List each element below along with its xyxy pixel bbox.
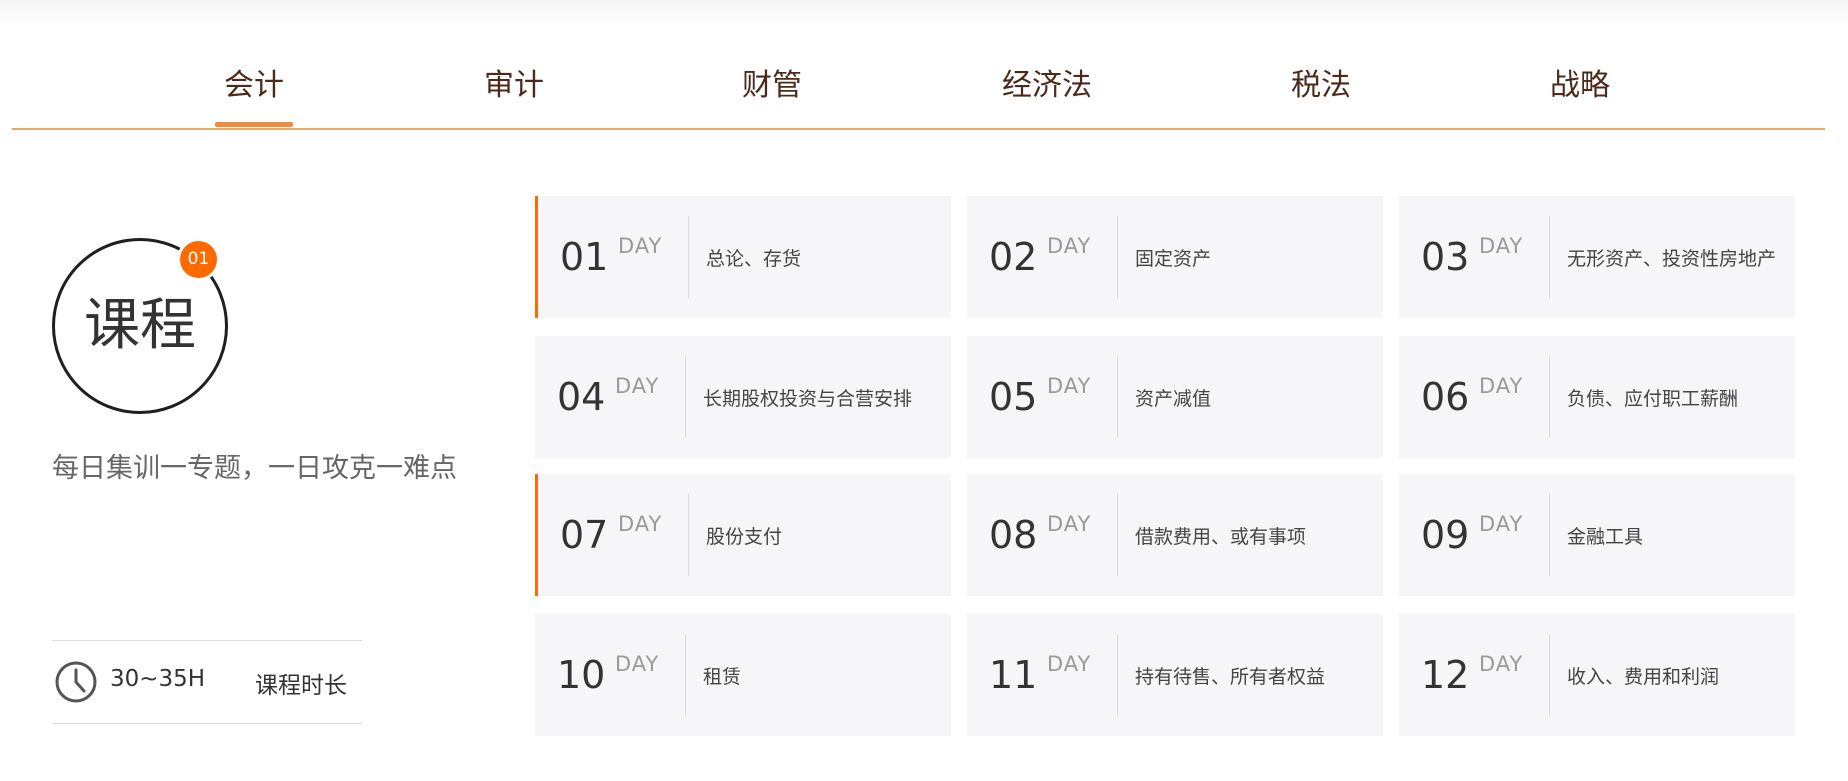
card-divider	[1549, 356, 1550, 438]
tab-economic-law[interactable]: 经济法	[1002, 60, 1092, 104]
day-suffix: DAY	[615, 652, 660, 676]
course-title: 课程	[84, 293, 196, 358]
day-suffix: DAY	[1047, 234, 1092, 258]
day-topic: 固定资产	[1135, 248, 1212, 270]
day-number: 08	[989, 513, 1038, 557]
card-divider	[1117, 356, 1118, 438]
course-slogan: 每日集训一专题，一日攻克一难点	[52, 453, 457, 484]
day-suffix: DAY	[1479, 374, 1524, 398]
card-divider	[1117, 634, 1118, 716]
tab-tax-law[interactable]: 税法	[1291, 60, 1351, 104]
day-number: 02	[989, 235, 1038, 279]
card-divider	[1549, 216, 1550, 298]
card-divider	[1549, 634, 1550, 716]
day-suffix: DAY	[1047, 512, 1092, 536]
day-suffix: DAY	[1479, 652, 1524, 676]
day-topic: 总论、存货	[706, 248, 802, 270]
day-topic: 资产减值	[1135, 388, 1212, 410]
day-topic: 金融工具	[1567, 526, 1644, 548]
day-number: 11	[989, 653, 1038, 697]
day-topic: 租赁	[703, 666, 742, 688]
card-divider	[688, 494, 689, 576]
day-number: 01	[560, 235, 609, 279]
day-number: 09	[1421, 513, 1470, 557]
day-number: 06	[1421, 375, 1470, 419]
day-number: 04	[557, 375, 606, 419]
tab-financial-management[interactable]: 财管	[742, 60, 802, 104]
day-card[interactable]: 10 DAY 租赁	[535, 614, 951, 736]
day-topic: 收入、费用和利润	[1567, 666, 1720, 688]
day-card[interactable]: 08 DAY 借款费用、或有事项	[967, 474, 1383, 596]
day-topic: 无形资产、投资性房地产	[1567, 248, 1777, 270]
subject-tabs: 会计 审计 财管 经济法 税法 战略	[12, 40, 1825, 130]
day-number: 05	[989, 375, 1038, 419]
day-card[interactable]: 03 DAY 无形资产、投资性房地产	[1399, 196, 1795, 318]
day-card[interactable]: 05 DAY 资产减值	[967, 336, 1383, 458]
day-number: 03	[1421, 235, 1470, 279]
day-suffix: DAY	[1047, 652, 1092, 676]
tab-strategy[interactable]: 战略	[1550, 60, 1610, 104]
day-suffix: DAY	[618, 234, 663, 258]
day-topic: 持有待售、所有者权益	[1135, 666, 1326, 688]
day-suffix: DAY	[618, 512, 663, 536]
day-card[interactable]: 09 DAY 金融工具	[1399, 474, 1795, 596]
card-divider	[688, 216, 689, 298]
day-topic: 负债、应付职工薪酬	[1567, 388, 1739, 410]
tab-accounting[interactable]: 会计	[224, 60, 284, 104]
card-divider	[685, 356, 686, 438]
day-card[interactable]: 02 DAY 固定资产	[967, 196, 1383, 318]
day-card[interactable]: 06 DAY 负债、应付职工薪酬	[1399, 336, 1795, 458]
card-divider	[685, 634, 686, 716]
day-number: 10	[557, 653, 606, 697]
day-number: 07	[560, 513, 609, 557]
day-card[interactable]: 04 DAY 长期股权投资与合营安排	[535, 336, 951, 458]
day-topic: 长期股权投资与合营安排	[703, 388, 913, 410]
day-suffix: DAY	[1479, 234, 1524, 258]
duration-value: 30~35H	[110, 666, 206, 692]
day-topic: 借款费用、或有事项	[1135, 526, 1307, 548]
clock-icon	[55, 661, 97, 703]
course-duration: 30~35H 课程时长	[52, 640, 362, 724]
day-suffix: DAY	[1479, 512, 1524, 536]
top-shadow	[0, 0, 1848, 26]
card-divider	[1549, 494, 1550, 576]
course-number-badge: 01	[180, 241, 217, 278]
day-card[interactable]: 12 DAY 收入、费用和利润	[1399, 614, 1795, 736]
day-card[interactable]: 11 DAY 持有待售、所有者权益	[967, 614, 1383, 736]
day-suffix: DAY	[1047, 374, 1092, 398]
card-divider	[1117, 494, 1118, 576]
day-topic: 股份支付	[706, 526, 783, 548]
tab-audit[interactable]: 审计	[484, 60, 544, 104]
day-card[interactable]: 01 DAY 总论、存货	[535, 196, 951, 318]
day-number: 12	[1421, 653, 1470, 697]
duration-label: 课程时长	[255, 673, 347, 699]
card-divider	[1117, 216, 1118, 298]
day-suffix: DAY	[615, 374, 660, 398]
day-card[interactable]: 07 DAY 股份支付	[535, 474, 951, 596]
active-tab-indicator	[215, 122, 293, 127]
